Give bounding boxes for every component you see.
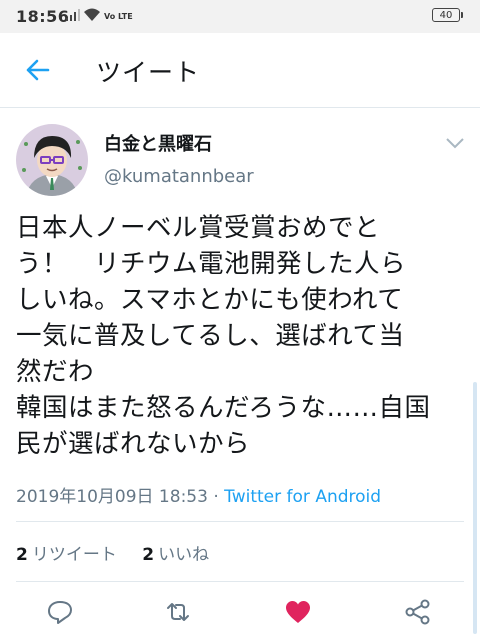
scrollbar[interactable] bbox=[473, 382, 477, 634]
divider bbox=[16, 581, 464, 582]
tweet-action-bar bbox=[0, 596, 480, 632]
like-count[interactable]: 2 いいね bbox=[142, 545, 209, 565]
page-title: ツイート bbox=[96, 58, 201, 87]
status-time: 18:56 bbox=[16, 7, 70, 26]
retweet-count[interactable]: 2 リツイート bbox=[16, 545, 117, 565]
avatar[interactable] bbox=[16, 124, 88, 196]
share-icon[interactable] bbox=[404, 598, 432, 626]
app-bar: ツイート bbox=[0, 33, 480, 108]
meta-separator: · bbox=[213, 487, 219, 507]
retweet-count-label: リツイート bbox=[31, 545, 117, 565]
tweet-meta: 2019年10月09日 18:53 · Twitter for Android bbox=[16, 482, 381, 507]
like-count-label: いいね bbox=[158, 545, 210, 565]
status-bar: 18:56 Vo LTE 40 bbox=[0, 0, 480, 33]
retweet-count-number: 2 bbox=[16, 545, 28, 565]
reply-icon[interactable] bbox=[46, 598, 74, 626]
back-arrow-icon[interactable] bbox=[24, 57, 50, 83]
chevron-down-icon[interactable] bbox=[444, 136, 466, 150]
tweet-source-link[interactable]: Twitter for Android bbox=[224, 487, 381, 507]
tweet-text: 日本人ノーベル賞受賞おめでと う！ リチウム電池開発した人ら しいね。スマホとか… bbox=[16, 213, 431, 459]
battery-indicator: 40 bbox=[432, 8, 463, 22]
heart-icon[interactable] bbox=[284, 598, 312, 626]
display-name[interactable]: 白金と黒曜石 bbox=[104, 130, 212, 156]
like-count-number: 2 bbox=[142, 545, 155, 565]
tweet-timestamp[interactable]: 2019年10月09日 18:53 bbox=[16, 487, 208, 507]
engagement-counts: 2 リツイート 2 いいね bbox=[16, 540, 229, 565]
signal-icon bbox=[66, 9, 80, 21]
volte-indicator: Vo LTE bbox=[104, 12, 133, 21]
retweet-icon[interactable] bbox=[164, 598, 192, 626]
status-icons: Vo LTE bbox=[66, 8, 133, 21]
user-handle[interactable]: @kumatannbear bbox=[104, 166, 254, 187]
wifi-icon bbox=[84, 8, 100, 21]
divider bbox=[16, 521, 464, 522]
